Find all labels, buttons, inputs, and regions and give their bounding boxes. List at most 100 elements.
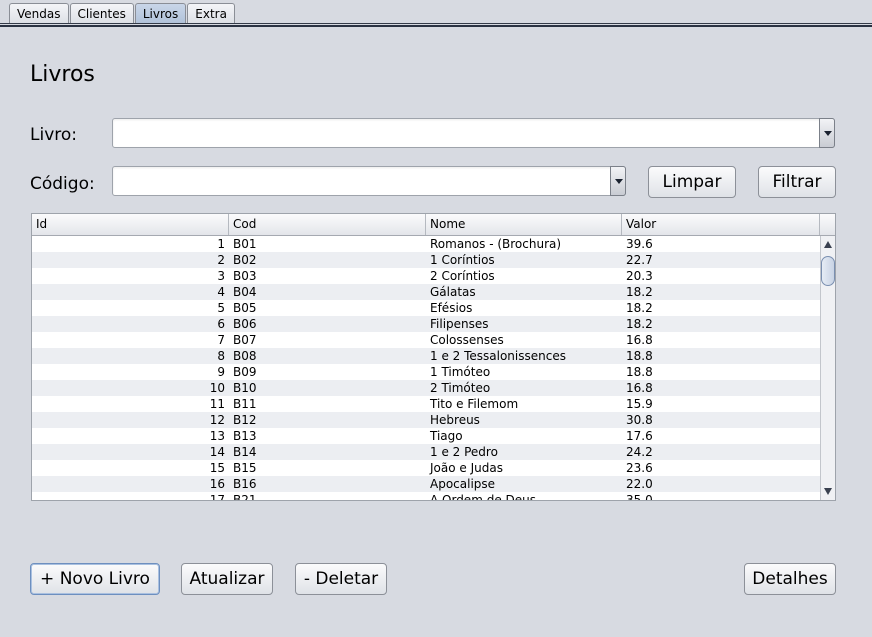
table-row[interactable]: 17 B21 A Ordem de Deus 35.0 (32, 492, 820, 501)
cell-id: 5 (217, 301, 225, 315)
cell-id: 8 (217, 349, 225, 363)
cell-nome: Apocalipse (430, 477, 496, 491)
cell-cod: B03 (233, 269, 257, 283)
table-row[interactable]: 16 B16 Apocalipse 22.0 (32, 476, 820, 492)
vertical-scrollbar[interactable] (820, 236, 835, 500)
cell-valor: 23.6 (626, 461, 653, 475)
cell-id: 12 (209, 413, 225, 427)
arrow-up-icon[interactable] (824, 241, 832, 248)
cell-nome: 2 Coríntios (430, 269, 495, 283)
cell-cod: B12 (233, 413, 257, 427)
table-row[interactable]: 5 B05 Efésios 18.2 (32, 300, 820, 316)
table-row[interactable]: 6 B06 Filipenses 18.2 (32, 316, 820, 332)
cell-cod: B21 (233, 493, 257, 501)
table-body[interactable]: 1 B01 Romanos - (Brochura) 39.6 2 B02 1 Corínt… (32, 236, 820, 501)
livros-table[interactable]: Id Cod Nome Valor 1 B01 Romanos - (Brochura) 3… (31, 213, 836, 501)
cell-cod: B08 (233, 349, 257, 363)
cell-nome: Hebreus (430, 413, 480, 427)
cell-valor: 15.9 (626, 397, 653, 411)
table-row[interactable]: 8 B08 1 e 2 Tessalonissences 18.8 (32, 348, 820, 364)
table-row[interactable]: 9 B09 1 Timóteo 18.8 (32, 364, 820, 380)
cell-nome: A Ordem de Deus (430, 493, 536, 501)
cell-cod: B01 (233, 237, 257, 251)
tab-bar: Vendas Clientes Livros Extra (0, 0, 872, 30)
column-header-valor[interactable]: Valor (622, 214, 820, 235)
cell-valor: 22.0 (626, 477, 653, 491)
cell-id: 2 (217, 253, 225, 267)
table-row[interactable]: 15 B15 João e Judas 23.6 (32, 460, 820, 476)
tab-clientes[interactable]: Clientes (69, 3, 134, 23)
atualizar-button[interactable]: Atualizar (181, 563, 273, 595)
cell-nome: Tiago (430, 429, 463, 443)
tabs: Vendas Clientes Livros Extra (9, 3, 236, 23)
chevron-down-icon[interactable] (610, 166, 626, 196)
cell-id: 9 (217, 365, 225, 379)
scroll-thumb[interactable] (821, 256, 835, 286)
cell-id: 1 (217, 237, 225, 251)
table-row[interactable]: 13 B13 Tiago 17.6 (32, 428, 820, 444)
cell-cod: B09 (233, 365, 257, 379)
column-header-id[interactable]: Id (32, 214, 229, 235)
cell-id: 14 (209, 445, 225, 459)
table-row[interactable]: 4 B04 Gálatas 18.2 (32, 284, 820, 300)
table-row[interactable]: 11 B11 Tito e Filemom 15.9 (32, 396, 820, 412)
livro-combobox[interactable] (112, 118, 835, 148)
table-row[interactable]: 2 B02 1 Coríntios 22.7 (32, 252, 820, 268)
cell-valor: 18.8 (626, 365, 653, 379)
cell-cod: B14 (233, 445, 257, 459)
cell-valor: 18.2 (626, 301, 653, 315)
cell-nome: 1 e 2 Tessalonissences (430, 349, 566, 363)
table-row[interactable]: 14 B14 1 e 2 Pedro 24.2 (32, 444, 820, 460)
cell-id: 10 (209, 381, 225, 395)
chevron-down-icon[interactable] (819, 118, 835, 148)
cell-nome: 1 Coríntios (430, 253, 495, 267)
cell-id: 4 (217, 285, 225, 299)
table-row[interactable]: 10 B10 2 Timóteo 16.8 (32, 380, 820, 396)
table-row[interactable]: 12 B12 Hebreus 30.8 (32, 412, 820, 428)
cell-cod: B10 (233, 381, 257, 395)
arrow-down-icon[interactable] (824, 488, 832, 495)
cell-valor: 24.2 (626, 445, 653, 459)
cell-id: 15 (209, 461, 225, 475)
codigo-combobox[interactable] (112, 166, 626, 196)
novo-livro-button[interactable]: + Novo Livro (30, 563, 160, 595)
tab-divider-lower (0, 25, 872, 27)
column-header-cod[interactable]: Cod (229, 214, 426, 235)
limpar-button[interactable]: Limpar (648, 166, 736, 198)
cell-cod: B04 (233, 285, 257, 299)
cell-cod: B11 (233, 397, 257, 411)
filtrar-button[interactable]: Filtrar (758, 166, 836, 198)
table-row[interactable]: 1 B01 Romanos - (Brochura) 39.6 (32, 236, 820, 252)
cell-valor: 17.6 (626, 429, 653, 443)
cell-id: 11 (209, 397, 225, 411)
cell-nome: Filipenses (430, 317, 489, 331)
deletar-button[interactable]: - Deletar (295, 563, 387, 595)
cell-valor: 35.0 (626, 493, 653, 501)
cell-nome: Colossenses (430, 333, 504, 347)
cell-nome: Romanos - (Brochura) (430, 237, 562, 251)
cell-nome: Tito e Filemom (430, 397, 519, 411)
cell-nome: 1 e 2 Pedro (430, 445, 498, 459)
cell-nome: Efésios (430, 301, 473, 315)
cell-valor: 30.8 (626, 413, 653, 427)
cell-cod: B15 (233, 461, 257, 475)
cell-valor: 39.6 (626, 237, 653, 251)
cell-valor: 18.8 (626, 349, 653, 363)
detalhes-button[interactable]: Detalhes (744, 563, 836, 595)
table-row[interactable]: 3 B03 2 Coríntios 20.3 (32, 268, 820, 284)
cell-id: 7 (217, 333, 225, 347)
tab-vendas[interactable]: Vendas (9, 3, 69, 23)
cell-cod: B06 (233, 317, 257, 331)
tab-divider (0, 23, 872, 24)
cell-cod: B07 (233, 333, 257, 347)
tab-extra[interactable]: Extra (187, 3, 235, 23)
cell-valor: 20.3 (626, 269, 653, 283)
column-header-nome[interactable]: Nome (426, 214, 622, 235)
table-row[interactable]: 7 B07 Colossenses 16.8 (32, 332, 820, 348)
livro-label: Livro: (30, 125, 77, 145)
tab-livros[interactable]: Livros (134, 3, 187, 23)
cell-id: 3 (217, 269, 225, 283)
cell-valor: 16.8 (626, 381, 653, 395)
cell-cod: B13 (233, 429, 257, 443)
cell-cod: B05 (233, 301, 257, 315)
